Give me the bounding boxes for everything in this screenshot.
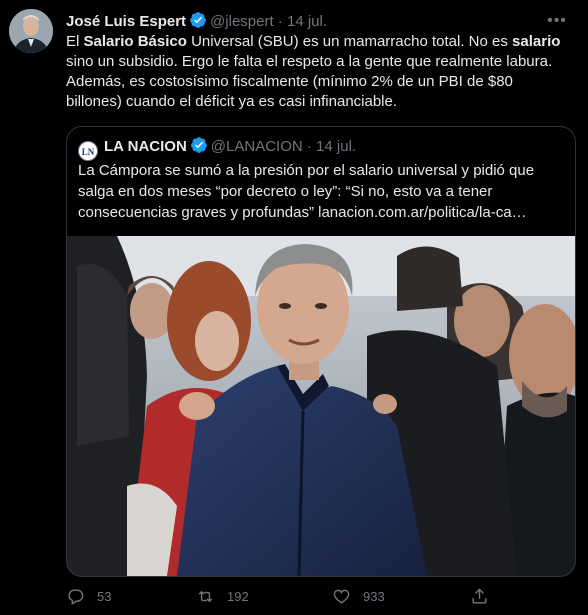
retweet-button[interactable]: 192 xyxy=(196,582,249,610)
tweet-text-part: El xyxy=(66,33,84,50)
tweet-actions: 53 192 933 xyxy=(66,582,576,610)
tweet-date[interactable]: 14 jul. xyxy=(287,13,327,30)
quoted-header-separator: · xyxy=(306,138,312,155)
reply-button[interactable]: 53 xyxy=(66,582,111,610)
tweet-text-part: sino un subsidio. Ergo le falta el respe… xyxy=(66,53,553,110)
like-icon xyxy=(333,589,350,604)
like-button[interactable]: 933 xyxy=(332,582,385,610)
avatar-image xyxy=(9,9,53,53)
quoted-tweet-text: La Cámpora se sumó a la presión por el s… xyxy=(78,162,535,221)
quoted-author-handle: @LANACION xyxy=(210,138,303,155)
quoted-tweet-photo[interactable] xyxy=(67,236,575,576)
tweet-text: El Salario Básico Universal (SBU) es un … xyxy=(66,32,571,112)
quoted-author-name: LA NACION xyxy=(104,138,187,155)
retweet-count: 192 xyxy=(227,588,249,604)
tweet-text-part: Universal (SBU) es un mamarracho total. … xyxy=(186,33,513,50)
verified-badge-icon xyxy=(190,137,207,153)
quoted-tweet-date: 14 jul. xyxy=(316,138,357,155)
reply-count: 53 xyxy=(97,588,112,604)
reply-icon xyxy=(68,588,84,605)
retweet-icon xyxy=(198,590,213,602)
quoted-tweet-header: LN LA NACION @LANACION · 14 jul. xyxy=(78,136,357,161)
tweet-header: José Luis Espert @jlespert · 14 jul. xyxy=(66,11,568,31)
tweet-text-bold: Salario Básico xyxy=(83,33,187,50)
author-handle[interactable]: @jlespert xyxy=(210,13,274,30)
author-avatar[interactable] xyxy=(9,9,53,53)
quoted-tweet-card[interactable]: LN LA NACION @LANACION · 14 jul. La Cámpor… xyxy=(66,126,576,577)
header-separator: · xyxy=(277,13,283,30)
like-count: 933 xyxy=(363,588,385,604)
share-button[interactable] xyxy=(470,582,501,610)
verified-badge-icon xyxy=(190,12,206,28)
author-name[interactable]: José Luis Espert xyxy=(66,13,186,30)
more-icon[interactable]: ••• xyxy=(544,8,570,34)
tweet-text-bold: salario xyxy=(512,33,561,50)
share-icon xyxy=(472,587,487,604)
quoted-author-avatar: LN xyxy=(78,141,98,161)
